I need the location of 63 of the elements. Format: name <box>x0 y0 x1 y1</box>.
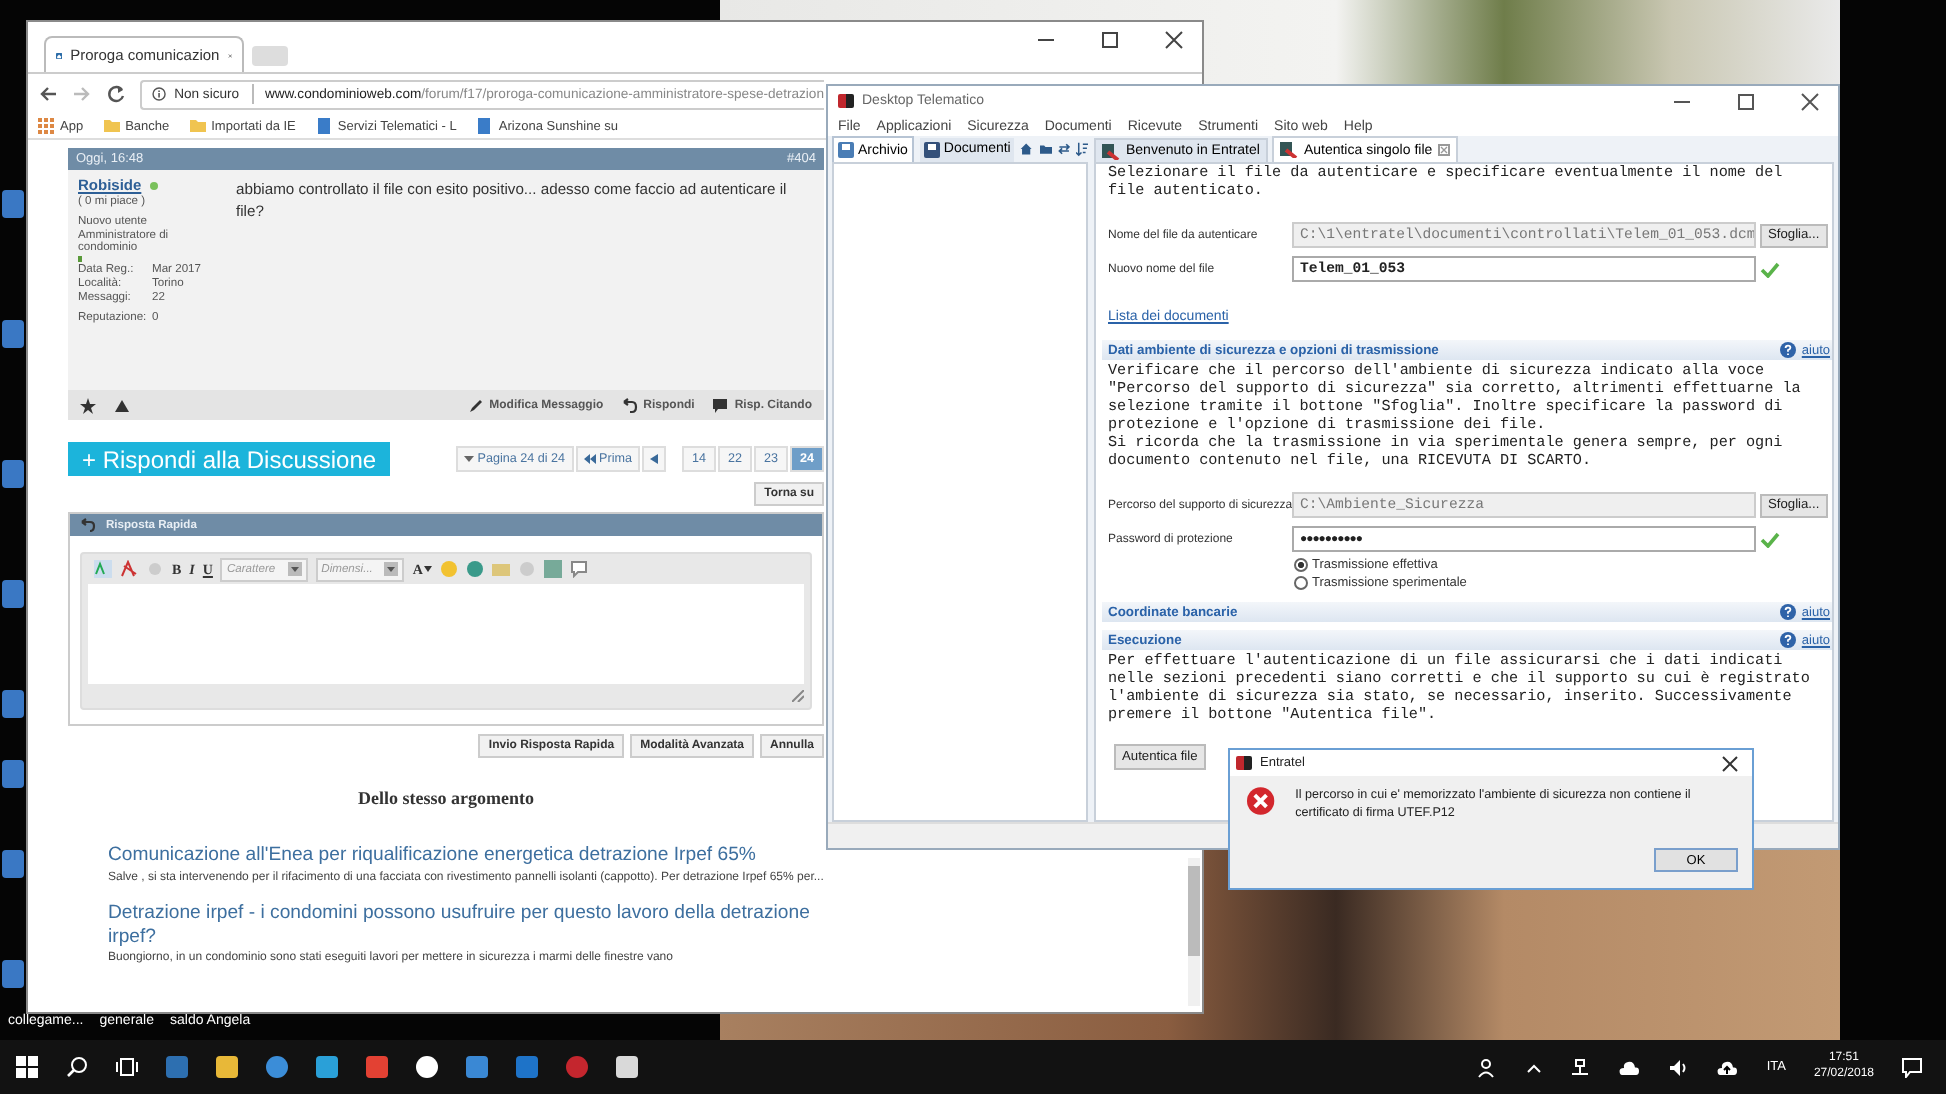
related-topic-link[interactable]: Comunicazione all'Enea per riqualificazione energetica detrazione Irpef 65% <box>108 844 828 867</box>
help-icon <box>1779 342 1796 358</box>
dropdown-caret-icon <box>463 454 474 464</box>
taskbar-app-icon[interactable] <box>416 1056 438 1078</box>
chevron-up-icon[interactable] <box>1526 1061 1543 1073</box>
resize-handle-icon[interactable] <box>792 690 804 702</box>
pencil-icon <box>467 397 484 413</box>
dropdown-caret-icon <box>424 566 433 572</box>
radio-button[interactable] <box>1294 558 1308 572</box>
related-topic-link[interactable]: Detrazione irpef - i condomini possono usufruire per questo lavoro della detrazione irpef? <box>108 902 828 949</box>
warning-icon[interactable] <box>114 397 130 413</box>
notification-icon[interactable] <box>1902 1057 1922 1077</box>
dropdown-caret-icon <box>384 562 399 576</box>
speech-bubble-icon[interactable] <box>570 560 589 578</box>
globe-icon[interactable] <box>466 560 485 578</box>
swap-arrows-icon[interactable] <box>1057 140 1070 158</box>
archive-icon <box>838 142 854 158</box>
scrollbar[interactable] <box>1188 858 1200 1006</box>
upload-cloud-icon[interactable] <box>1716 1059 1739 1075</box>
back-arrow-icon[interactable] <box>38 84 58 104</box>
people-icon[interactable] <box>1478 1057 1499 1077</box>
start-icon[interactable] <box>16 1056 38 1078</box>
folder-icon <box>189 118 206 134</box>
page-icon <box>315 118 332 134</box>
apps-grid-icon <box>38 118 54 134</box>
network-icon[interactable] <box>1570 1057 1591 1077</box>
home-icon[interactable] <box>1020 140 1034 158</box>
radio-button[interactable] <box>1294 576 1308 590</box>
close-icon[interactable] <box>1164 29 1184 49</box>
star-icon[interactable] <box>80 397 96 413</box>
cloud-icon[interactable] <box>1618 1059 1641 1075</box>
task-view-icon[interactable] <box>116 1056 138 1078</box>
remove-format-icon[interactable] <box>120 560 138 578</box>
maximize-icon[interactable] <box>1736 91 1756 111</box>
help-icon <box>1779 604 1796 620</box>
folder-icon <box>103 118 120 134</box>
house-icon <box>56 47 63 63</box>
page-icon <box>476 118 493 134</box>
checkmark-icon <box>1760 261 1780 277</box>
folder-icon[interactable] <box>1039 140 1052 158</box>
speech-bubble-icon <box>712 397 729 413</box>
reply-arrow-icon <box>621 397 638 413</box>
close-icon[interactable] <box>1800 91 1820 111</box>
dropdown-caret-icon <box>287 562 302 576</box>
app-logo-icon <box>838 94 854 108</box>
reload-icon[interactable] <box>106 84 126 104</box>
help-icon <box>1779 632 1796 648</box>
maximize-icon[interactable] <box>1100 29 1120 49</box>
related-heading: Dello stesso argomento <box>356 788 536 808</box>
info-icon <box>152 86 167 102</box>
previous-page-button[interactable] <box>642 446 666 472</box>
volume-icon[interactable] <box>1668 1057 1689 1077</box>
double-chevron-icon <box>583 454 596 464</box>
error-icon <box>1246 786 1276 816</box>
left-chevron-icon <box>650 454 658 464</box>
checkmark-icon <box>1760 531 1780 547</box>
sort-icon[interactable] <box>1075 140 1088 158</box>
document-seal-icon <box>1102 143 1120 159</box>
app-logo-icon <box>1236 756 1252 770</box>
reply-arrow-icon <box>80 518 96 532</box>
close-icon[interactable] <box>1722 755 1738 771</box>
search-icon[interactable] <box>66 1056 88 1078</box>
document-seal-icon <box>1279 142 1298 158</box>
